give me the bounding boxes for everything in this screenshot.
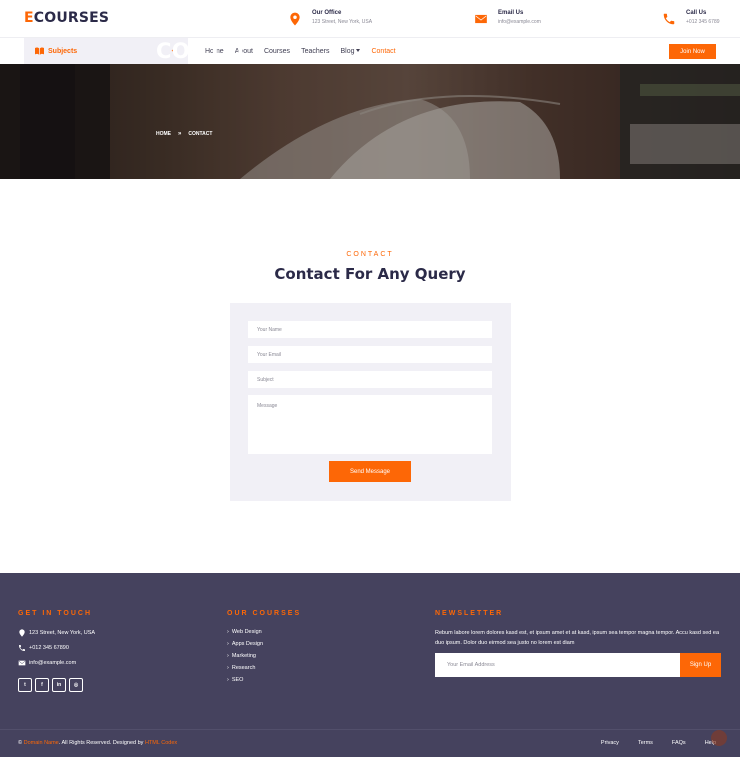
map-marker-icon xyxy=(290,12,300,26)
footer-course-link[interactable]: › SEO xyxy=(227,677,243,683)
email-input[interactable]: Your Email xyxy=(248,346,492,363)
footer: GET IN TOUCH 123 Street, New York, USA +… xyxy=(0,573,740,757)
footer-email: info@example.com xyxy=(18,659,76,667)
nav-blog-label: Blog xyxy=(340,47,355,55)
footer-link-faqs[interactable]: FAQs xyxy=(672,740,686,746)
book-open-icon xyxy=(35,47,44,55)
section-eyebrow: CONTACT xyxy=(346,251,394,258)
footer-course-label: Marketing xyxy=(231,653,256,659)
sign-up-button[interactable]: Sign Up xyxy=(680,653,721,677)
breadcrumb-home[interactable]: HOME xyxy=(156,131,171,137)
newsletter-email-input[interactable]: Your Email Address xyxy=(435,653,680,677)
footer-email-text: info@example.com xyxy=(29,660,77,666)
linkedin-icon[interactable]: in xyxy=(52,678,66,692)
footer-link-privacy[interactable]: Privacy xyxy=(601,740,619,746)
footer-address-text: 123 Street, New York, USA xyxy=(29,630,96,636)
office-title: Our Office xyxy=(312,10,342,16)
copyright-text: . All Rights Reserved. Designed by xyxy=(58,740,144,746)
breadcrumb-current: CONTACT xyxy=(188,131,213,137)
caret-down-icon xyxy=(356,49,361,53)
footer-course-link[interactable]: › Apps Design xyxy=(227,641,263,647)
email-title: Email Us xyxy=(498,10,524,16)
chevron-right-icon: › xyxy=(227,641,229,647)
footer-bottom: © Domain Name. All Rights Reserved. Desi… xyxy=(0,729,740,757)
twitter-icon[interactable]: t xyxy=(18,678,32,692)
phone-icon xyxy=(663,13,675,25)
call-info: Call Us +012 345 6789 xyxy=(662,9,720,27)
nav-teachers[interactable]: Teachers xyxy=(301,48,329,55)
join-now-button[interactable]: Join Now xyxy=(669,44,716,59)
footer-course-link[interactable]: › Marketing xyxy=(227,653,256,659)
footer-course-link[interactable]: › Research xyxy=(227,665,255,671)
facebook-icon[interactable]: f xyxy=(35,678,49,692)
email-info: Email Us info@example.com xyxy=(474,9,541,27)
footer-phone-text: +012 345 67890 xyxy=(29,645,69,651)
office-value: 123 Street, New York, USA xyxy=(312,19,373,25)
chevron-right-icon: › xyxy=(227,665,229,671)
newsletter-text: Rebum labore lorem dolores kasd est, et … xyxy=(435,630,720,646)
page-header xyxy=(0,64,740,179)
contact-form: Your Name Your Email Subject Message Sen… xyxy=(230,303,511,501)
nav-contact[interactable]: Contact xyxy=(371,48,395,55)
footer-course-label: Web Design xyxy=(231,629,262,635)
office-info: Our Office 123 Street, New York, USA xyxy=(288,9,372,27)
hero-overlay xyxy=(0,64,740,179)
logo-text: COURSES xyxy=(33,10,110,26)
copyright-symbol: © xyxy=(18,740,23,746)
chevron-right-icon: › xyxy=(227,677,229,683)
instagram-icon[interactable]: ◎ xyxy=(69,678,83,692)
double-chevron-right-icon: » xyxy=(178,131,182,137)
send-message-button[interactable]: Send Message xyxy=(329,461,411,482)
social-links: t f in ◎ xyxy=(18,678,86,692)
envelope-icon xyxy=(475,14,487,24)
call-value[interactable]: +012 345 6789 xyxy=(686,17,720,27)
name-input[interactable]: Your Name xyxy=(248,321,492,338)
chevron-right-icon: › xyxy=(227,629,229,635)
footer-link-terms[interactable]: Terms xyxy=(638,740,653,746)
logo[interactable]: ECOURSES xyxy=(24,10,109,26)
phone-icon xyxy=(19,645,25,651)
footer-course-label: Apps Design xyxy=(231,641,264,647)
footer-course-link[interactable]: › Web Design xyxy=(227,629,262,635)
envelope-icon xyxy=(18,660,26,666)
breadcrumb: HOME » CONTACT xyxy=(156,131,212,137)
logo-letter: E xyxy=(24,10,34,26)
footer-course-label: Research xyxy=(231,665,256,671)
footer-phone: +012 345 67890 xyxy=(18,644,69,652)
email-value[interactable]: info@example.com xyxy=(498,17,541,27)
footer-get-in-touch-title: GET IN TOUCH xyxy=(18,610,93,617)
top-bar: ECOURSES Our Office 123 Street, New York… xyxy=(0,0,740,37)
main-nav: Subjects Home About Courses Teachers Blo… xyxy=(0,37,740,64)
subject-input[interactable]: Subject xyxy=(248,371,492,388)
chevron-right-icon: › xyxy=(227,653,229,659)
footer-links: Privacy Terms FAQs Help xyxy=(582,740,716,746)
subjects-label: Subjects xyxy=(48,47,78,55)
footer-courses-title: OUR COURSES xyxy=(227,610,302,617)
domain-link[interactable]: Domain Name xyxy=(24,740,59,746)
map-marker-icon xyxy=(19,629,25,637)
section-heading: Contact For Any Query xyxy=(274,265,466,283)
designer-link[interactable]: HTML Codex xyxy=(145,740,177,746)
page-title: CONTACT xyxy=(156,39,268,63)
nav-blog[interactable]: Blog xyxy=(340,47,361,55)
footer-address: 123 Street, New York, USA xyxy=(18,629,95,637)
call-title: Call Us xyxy=(686,10,707,16)
footer-course-label: SEO xyxy=(231,677,244,683)
message-textarea[interactable]: Message xyxy=(248,395,492,454)
footer-newsletter-title: NEWSLETTER xyxy=(435,610,504,617)
copyright: © Domain Name. All Rights Reserved. Desi… xyxy=(18,740,177,746)
back-to-top-button[interactable] xyxy=(711,730,727,746)
